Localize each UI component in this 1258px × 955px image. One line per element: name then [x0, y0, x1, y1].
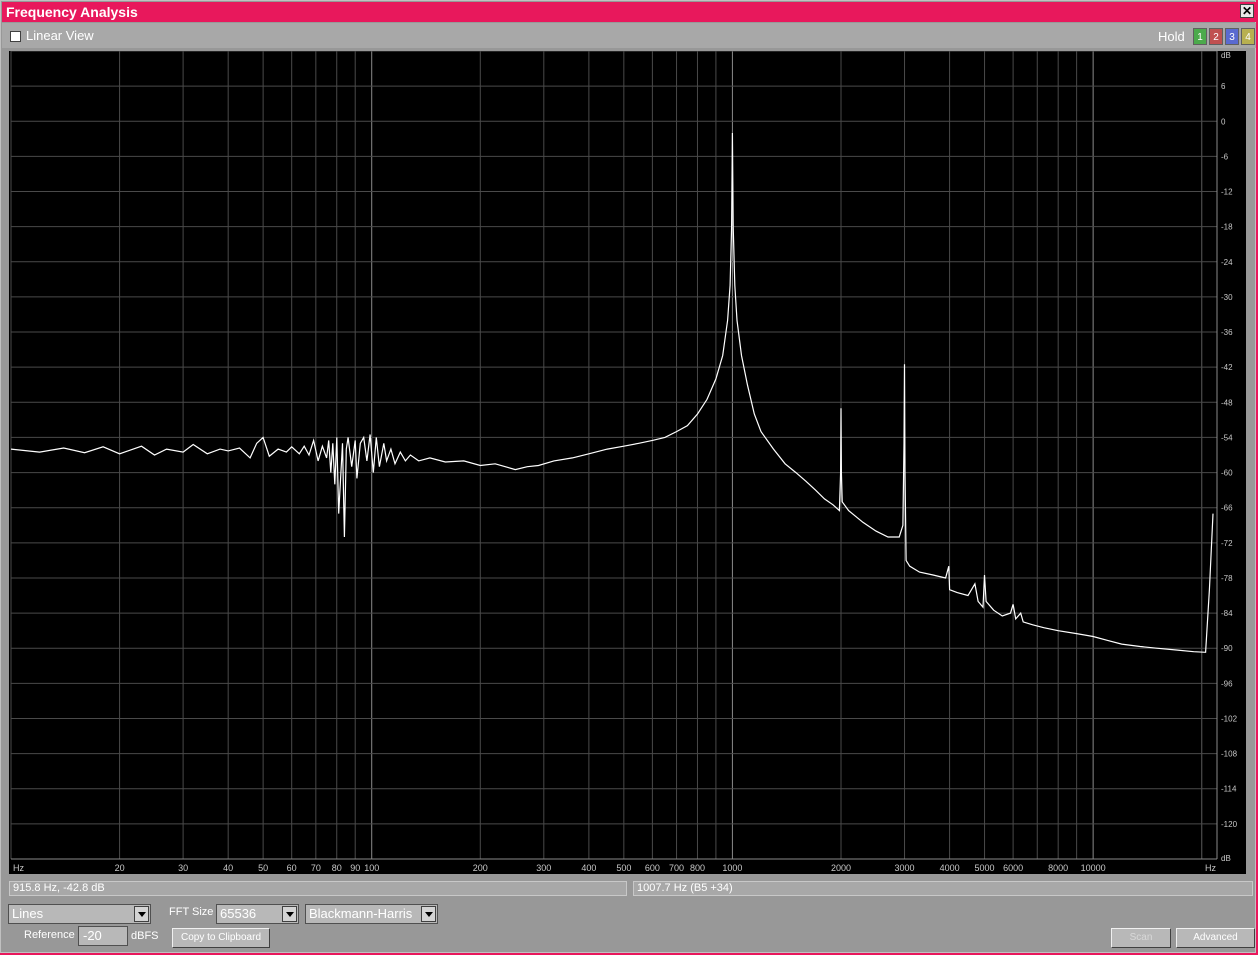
grid-lines — [10, 51, 1246, 874]
hold-button-1[interactable]: 1 — [1193, 28, 1207, 45]
y-unit-label: dB — [1221, 51, 1231, 60]
x-unit-label: Hz — [13, 863, 24, 873]
x-tick-label: 50 — [258, 863, 268, 873]
linear-view-label[interactable]: Linear View — [26, 28, 94, 43]
x-tick-label: 800 — [690, 863, 705, 873]
x-tick-label: 90 — [350, 863, 360, 873]
copy-to-clipboard-button[interactable]: Copy to Clipboard — [172, 928, 270, 948]
spectrum-chart-svg: 20 30 40 50 60 70 80 90 100 200 300 400 500 600 700 800… — [10, 51, 1246, 874]
y-tick-label: -24 — [1221, 258, 1233, 267]
y-tick-label: -18 — [1221, 223, 1233, 232]
y-tick-label: 0 — [1221, 117, 1226, 126]
chevron-down-icon[interactable] — [282, 906, 297, 922]
chevron-down-icon[interactable] — [134, 906, 149, 922]
y-tick-label: -36 — [1221, 328, 1233, 337]
x-tick-label: 10000 — [1081, 863, 1106, 873]
x-tick-label: 80 — [332, 863, 342, 873]
linear-view-checkbox[interactable] — [10, 31, 21, 42]
y-tick-label: -12 — [1221, 188, 1233, 197]
x-tick-label: 300 — [536, 863, 551, 873]
fft-size-select[interactable]: 65536 — [216, 904, 299, 924]
x-tick-label: 400 — [581, 863, 596, 873]
axis-labels: 20 30 40 50 60 70 80 90 100 200 300 400 500 600 700 800… — [13, 51, 1238, 873]
y-tick-label: -78 — [1221, 574, 1233, 583]
y-tick-label: -84 — [1221, 609, 1233, 618]
hold-button-3[interactable]: 3 — [1225, 28, 1239, 45]
x-tick-label: 600 — [645, 863, 660, 873]
close-button[interactable]: ✕ — [1240, 4, 1254, 18]
hold-label: Hold — [1158, 29, 1185, 44]
y-tick-label: -66 — [1221, 504, 1233, 513]
x-tick-label: 8000 — [1048, 863, 1068, 873]
y-tick-label: -6 — [1221, 152, 1229, 161]
y-tick-label: -60 — [1221, 469, 1233, 478]
chevron-down-icon[interactable] — [421, 906, 436, 922]
y-tick-label: -96 — [1221, 679, 1233, 688]
display-mode-select[interactable]: Lines — [8, 904, 151, 924]
y-tick-label: -30 — [1221, 293, 1233, 302]
y-tick-label: 6 — [1221, 82, 1226, 91]
y-tick-label: -42 — [1221, 363, 1233, 372]
title-bar[interactable]: Frequency Analysis ✕ — [2, 2, 1256, 22]
y-unit-label: dB — [1221, 854, 1231, 863]
cursor-readout: 915.8 Hz, -42.8 dB — [9, 881, 627, 896]
x-tick-label: 60 — [287, 863, 297, 873]
x-tick-label: 1000 — [722, 863, 742, 873]
x-tick-label: 700 — [669, 863, 684, 873]
x-tick-label: 200 — [473, 863, 488, 873]
reference-label: Reference — [24, 929, 75, 941]
y-tick-label: -54 — [1221, 433, 1233, 442]
hold-button-4[interactable]: 4 — [1241, 28, 1255, 45]
window-title: Frequency Analysis — [6, 4, 138, 20]
spectrum-trace — [10, 132, 1214, 653]
display-mode-value: Lines — [12, 906, 44, 921]
x-unit-label: Hz — [1205, 863, 1216, 873]
x-tick-label: 500 — [616, 863, 631, 873]
x-tick-label: 70 — [311, 863, 321, 873]
window-function-select[interactable]: Blackmann-Harris — [305, 904, 438, 924]
hold-button-2[interactable]: 2 — [1209, 28, 1223, 45]
reference-unit-label: dBFS — [131, 930, 159, 942]
fft-size-value: 65536 — [220, 906, 257, 921]
scan-button[interactable]: Scan — [1111, 928, 1171, 948]
x-tick-label: 6000 — [1003, 863, 1023, 873]
peak-readout: 1007.7 Hz (B5 +34) — [633, 881, 1253, 896]
controls-panel: Lines FFT Size 65536 Blackmann-Harris Re… — [2, 899, 1256, 951]
window-function-value: Blackmann-Harris — [309, 906, 413, 921]
spectrum-plot[interactable]: 20 30 40 50 60 70 80 90 100 200 300 400 500 600 700 800… — [9, 51, 1246, 874]
y-tick-label: -102 — [1221, 714, 1238, 723]
y-tick-label: -114 — [1221, 785, 1237, 794]
x-tick-label: 5000 — [975, 863, 995, 873]
y-tick-label: -48 — [1221, 398, 1233, 407]
fft-size-label: FFT Size — [169, 906, 214, 918]
y-tick-label: -72 — [1221, 539, 1233, 548]
x-tick-label: 40 — [223, 863, 233, 873]
x-tick-label: 20 — [115, 863, 125, 873]
x-tick-label: 30 — [178, 863, 188, 873]
x-tick-label: 2000 — [831, 863, 851, 873]
x-tick-label: 100 — [364, 863, 379, 873]
x-tick-label: 3000 — [895, 863, 915, 873]
toolbar: Linear View Hold 1 2 3 4 — [2, 23, 1256, 48]
x-tick-label: 4000 — [940, 863, 960, 873]
reference-input[interactable]: -20 — [78, 926, 128, 946]
status-bar: 915.8 Hz, -42.8 dB 1007.7 Hz (B5 +34) — [2, 879, 1256, 899]
y-tick-label: -90 — [1221, 644, 1233, 653]
frequency-analysis-window: Frequency Analysis ✕ Linear View Hold 1 … — [0, 0, 1256, 953]
y-tick-label: -108 — [1221, 750, 1238, 759]
advanced-button[interactable]: Advanced — [1176, 928, 1255, 948]
y-tick-label: -120 — [1221, 820, 1238, 829]
